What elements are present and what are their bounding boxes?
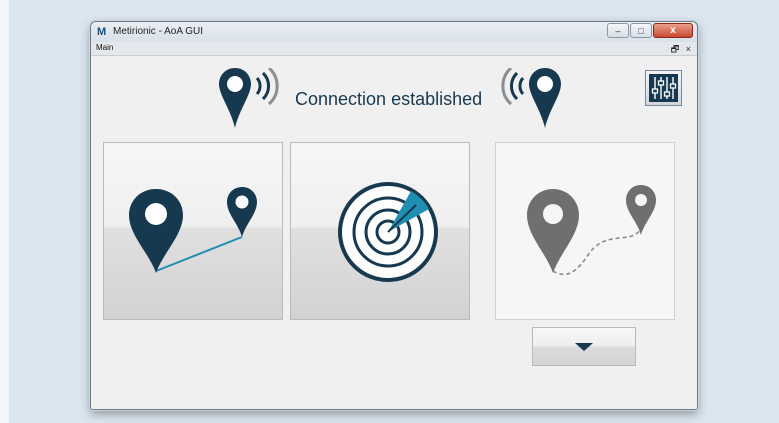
window-controls: – □ x: [606, 23, 693, 39]
two-pins-line-icon: [129, 187, 257, 273]
location-receive-icon: [501, 68, 561, 128]
location-broadcast-icon: [219, 68, 279, 128]
restore-panel-icon[interactable]: 🗗: [671, 44, 679, 54]
sliders-icon: [649, 74, 678, 102]
title-bar[interactable]: M Metirionic - AoA GUI – □ x: [91, 22, 697, 42]
expand-button[interactable]: [532, 327, 636, 366]
two-pins-dashed-path-icon: [527, 185, 656, 276]
close-icon: x: [670, 25, 676, 36]
main-content: Connection established: [91, 56, 697, 409]
radar-icon: [338, 182, 438, 282]
window-title: Metirionic - AoA GUI: [113, 26, 204, 37]
left-margin-strip: [0, 0, 9, 423]
app-window: M Metirionic - AoA GUI – □ x Main 🗗 × Co…: [90, 21, 698, 410]
minimize-button[interactable]: –: [607, 23, 629, 38]
path-tile[interactable]: [495, 142, 675, 320]
menu-main[interactable]: Main: [96, 43, 113, 52]
menu-bar: Main 🗗 ×: [91, 42, 697, 56]
maximize-button[interactable]: □: [630, 23, 652, 38]
minimize-icon: –: [615, 26, 621, 36]
maximize-icon: □: [638, 26, 644, 36]
close-panel-icon[interactable]: ×: [686, 44, 691, 54]
app-logo-icon: M: [97, 26, 106, 38]
settings-button[interactable]: [645, 70, 682, 106]
distance-tile[interactable]: [103, 142, 283, 320]
connection-status: Connection established: [295, 89, 483, 109]
radar-tile[interactable]: [290, 142, 470, 320]
close-button[interactable]: x: [653, 23, 693, 38]
chevron-down-icon: [575, 343, 593, 351]
